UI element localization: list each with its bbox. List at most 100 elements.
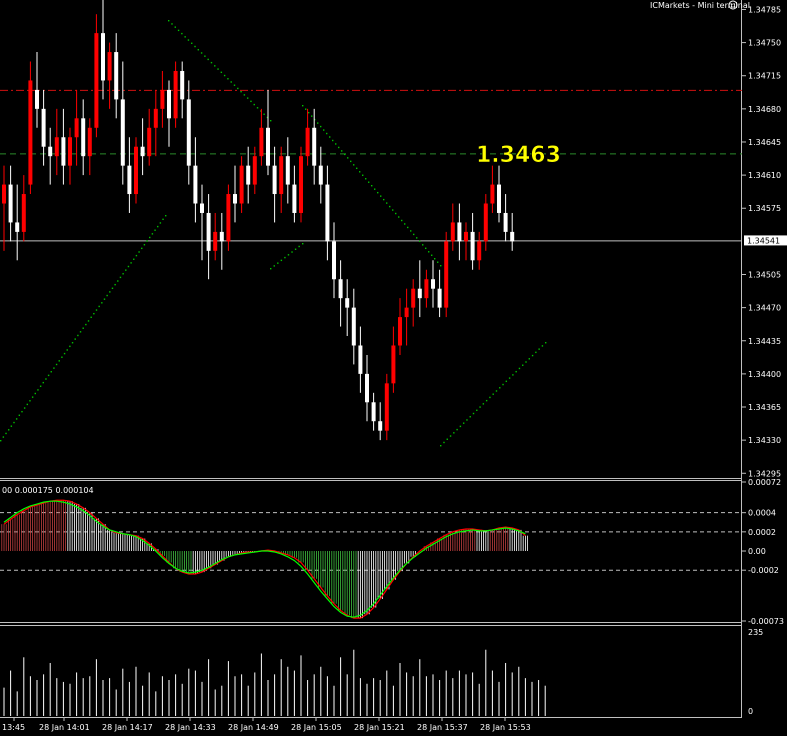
trend-dot xyxy=(482,403,485,405)
trend-dot xyxy=(10,425,13,427)
candle-body xyxy=(483,203,488,242)
price-tick-label: 1.34295 xyxy=(748,469,781,478)
candle-body xyxy=(81,118,86,157)
trend-dot xyxy=(26,403,29,406)
trading-chart: 1.34785 1.34750 1.34715 1.34680 1.34645 1.346… xyxy=(0,0,787,736)
trend-dot xyxy=(531,354,534,357)
trend-dot xyxy=(69,345,71,348)
trend-dot xyxy=(55,363,58,366)
candle-body xyxy=(404,307,409,318)
trend-dot xyxy=(395,212,397,215)
price-tick-label: 1.34715 xyxy=(748,72,781,81)
candle-body xyxy=(365,373,369,403)
trend-dot xyxy=(159,222,162,224)
candle-body xyxy=(114,52,119,100)
trend-dot xyxy=(74,338,76,340)
candle-body xyxy=(252,156,257,185)
candle-body xyxy=(134,146,138,195)
trend-dot xyxy=(106,294,108,297)
candle-body xyxy=(15,222,20,232)
trend-dot xyxy=(407,226,409,229)
trend-dot xyxy=(220,71,223,74)
trend-dot xyxy=(250,100,252,103)
trend-dot xyxy=(485,399,488,402)
trend-dot xyxy=(18,414,21,416)
trend-dot xyxy=(350,160,352,163)
candle-body xyxy=(213,231,218,251)
candle-body xyxy=(510,231,515,242)
oscillator-header: 00 0.000175 0.000104 xyxy=(2,486,94,495)
trend-dot xyxy=(535,351,537,354)
candle-body xyxy=(239,165,244,204)
candle-body xyxy=(160,89,165,109)
trend-dot xyxy=(462,422,465,424)
trend-dot xyxy=(165,215,167,217)
trend-dot xyxy=(210,61,213,64)
trend-dot xyxy=(7,429,10,431)
candle-body xyxy=(378,421,383,431)
price-tick-label: 1.34505 xyxy=(748,270,781,279)
candle-body xyxy=(246,165,251,185)
trend-dot xyxy=(413,233,415,236)
trend-dot xyxy=(13,421,15,424)
trend-dot xyxy=(294,248,297,250)
trend-dot xyxy=(383,198,385,201)
trend-dot xyxy=(335,143,337,145)
candle-body xyxy=(338,279,343,299)
trend-dot xyxy=(476,409,478,411)
trend-dot xyxy=(404,223,406,225)
trend-dot xyxy=(146,240,148,242)
candle-body xyxy=(61,137,66,166)
trend-dot xyxy=(230,81,232,83)
candle-body xyxy=(233,194,237,204)
volume-tick-label: 235 xyxy=(748,628,763,637)
trend-dot xyxy=(401,219,403,222)
price-tick-label: 1.34750 xyxy=(748,39,781,48)
candle-body xyxy=(147,127,152,157)
candle-body xyxy=(411,288,416,308)
trend-dot xyxy=(0,440,2,442)
candle-body xyxy=(398,317,402,346)
trend-dot xyxy=(29,400,31,402)
time-tick-label: 28 Jan 15:53 xyxy=(480,723,531,732)
trend-dot xyxy=(302,105,304,107)
trend-dot xyxy=(42,381,44,384)
trend-dot xyxy=(502,383,504,386)
trend-dot xyxy=(302,243,304,245)
trend-dot xyxy=(365,178,367,180)
trend-dot xyxy=(456,428,458,431)
chart-canvas[interactable]: 1.34785 1.34750 1.34715 1.34680 1.34645 1.346… xyxy=(0,0,787,736)
price-axis: 1.34785 1.34750 1.34715 1.34680 1.34645 1.346… xyxy=(742,5,787,478)
trend-dot xyxy=(353,164,355,166)
candle-body xyxy=(371,402,376,422)
candle-body xyxy=(345,298,350,308)
price-annotation[interactable]: 1.3463 xyxy=(476,143,562,169)
trend-dot xyxy=(204,55,206,57)
trend-dot xyxy=(15,418,18,420)
trend-dot xyxy=(508,377,511,379)
trend-dot xyxy=(308,111,310,114)
candle-body xyxy=(219,231,224,242)
trend-dot xyxy=(416,237,418,239)
trend-dot xyxy=(492,393,494,395)
trend-dot xyxy=(135,254,138,257)
trend-dot xyxy=(431,254,433,256)
trend-dot xyxy=(528,358,530,360)
trend-dot xyxy=(197,49,200,51)
trend-dot xyxy=(434,258,436,260)
candle-body xyxy=(490,184,495,204)
candle-body xyxy=(200,203,204,213)
trend-dot xyxy=(338,146,340,149)
trend-dot xyxy=(368,181,370,183)
trend-dot xyxy=(253,103,255,106)
candle-body xyxy=(457,222,462,242)
candle-body xyxy=(292,184,297,213)
trend-dot xyxy=(380,195,382,197)
trend-dot xyxy=(505,380,508,383)
candle-body xyxy=(424,279,429,299)
trend-dot xyxy=(187,39,190,41)
trend-dot xyxy=(162,218,164,221)
candle-body xyxy=(477,241,482,261)
trend-dot xyxy=(151,233,154,235)
trend-dot xyxy=(143,244,146,246)
